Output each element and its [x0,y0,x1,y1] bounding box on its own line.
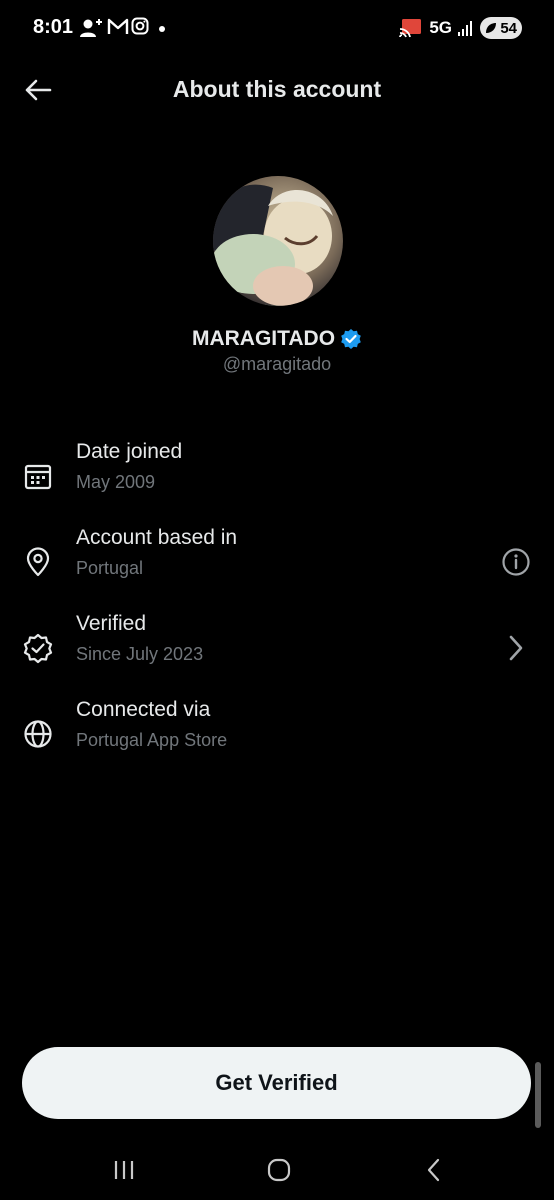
info-value: Portugal [76,558,144,578]
signal-icon [458,21,472,36]
home-icon [267,1158,291,1182]
info-label: Connected via [76,698,211,721]
system-back-icon [427,1158,440,1182]
handle: @maragitado [222,354,332,374]
recent-apps-icon [114,1161,134,1179]
home-button[interactable] [249,1152,309,1188]
info-value: Portugal App Store [76,730,228,750]
gmail-icon [107,18,129,34]
info-value: May 2009 [76,472,156,492]
get-verified-button[interactable]: Get Verified [22,1047,531,1119]
info-label: Verified [76,612,147,635]
header: About this account [0,60,554,120]
info-label: Account based in [76,526,238,549]
page-title: About this account [172,76,382,102]
info-account-based-in: Account based in Portugal [0,526,554,612]
instagram-icon [131,17,149,35]
name-row: MARAGITADO [0,327,554,351]
avatar [213,176,343,306]
battery-indicator: 54 [480,17,522,39]
battery-level: 54 [500,19,517,37]
verified-details-button[interactable] [494,626,538,670]
network-label: 5G [429,18,452,37]
status-time: 8:01 [33,16,74,38]
recent-apps-button[interactable] [94,1152,154,1188]
system-nav-bar [0,1138,554,1200]
display-name: MARAGITADO [191,327,336,350]
calendar-icon [24,464,52,490]
chevron-right-icon [509,635,523,661]
info-value: Since July 2023 [76,644,204,664]
status-bar: 8:01 5G 54 [0,0,554,56]
dot-icon [159,26,165,32]
globe-icon [24,720,52,748]
cast-icon [399,19,422,38]
info-verified[interactable]: Verified Since July 2023 [0,612,554,698]
verified-badge-icon [341,329,361,349]
info-label: Date joined [76,440,183,463]
status-right-group: 5G 54 [399,14,522,42]
info-connected-via: Connected via Portugal App Store [0,698,554,784]
info-date-joined: Date joined May 2009 [0,440,554,526]
location-pin-icon [26,547,50,577]
add-contact-icon [80,19,102,37]
system-back-button[interactable] [404,1152,464,1188]
verified-outline-icon [23,633,53,664]
info-button[interactable] [494,540,538,584]
scrollbar-thumb[interactable] [535,1062,541,1128]
info-circle-icon [502,548,530,576]
battery-saver-icon [486,23,496,33]
